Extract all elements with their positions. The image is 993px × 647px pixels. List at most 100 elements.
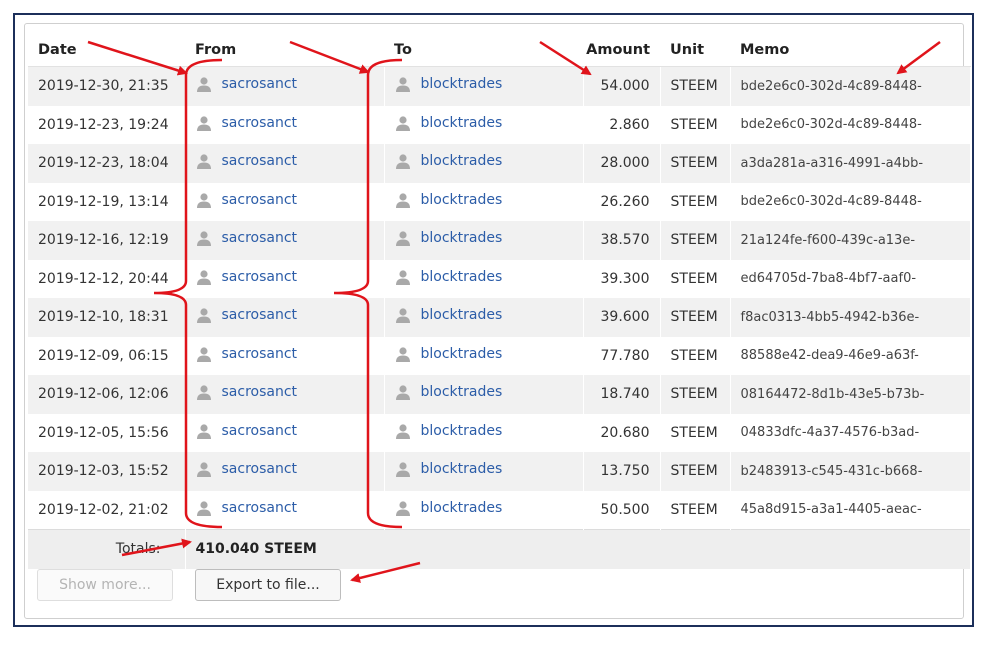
- from-user-link[interactable]: sacrosanct: [196, 115, 298, 131]
- row-date: 2019-12-02, 21:02: [28, 490, 186, 530]
- table-row: 2019-12-02, 21:02 sacrosanct blocktrades 50…: [28, 490, 971, 530]
- from-username[interactable]: sacrosanct: [222, 192, 298, 208]
- to-user-link[interactable]: blocktrades: [395, 269, 503, 285]
- row-from: sacrosanct: [185, 221, 385, 260]
- export-to-file-button[interactable]: Export to file...: [195, 569, 341, 601]
- user-icon: [395, 192, 411, 208]
- table-header-row: Date From To Amount Unit Memo: [28, 33, 970, 67]
- from-user-link[interactable]: sacrosanct: [196, 153, 298, 170]
- from-user-link[interactable]: sacrosanct: [196, 346, 298, 362]
- to-username[interactable]: blocktrades: [421, 500, 503, 516]
- totals-value: 410.040 STEEM: [185, 529, 971, 569]
- row-from: sacrosanct: [185, 182, 385, 221]
- to-username[interactable]: blocktrades: [421, 192, 503, 208]
- to-username[interactable]: blocktrades: [421, 269, 503, 285]
- from-username[interactable]: sacrosanct: [222, 307, 298, 323]
- to-username[interactable]: blocktrades: [421, 384, 503, 400]
- user-icon: [196, 423, 212, 439]
- to-user-link[interactable]: blocktrades: [395, 500, 503, 516]
- table-row: 2019-12-03, 15:52 sacrosanct blocktrades 13…: [28, 452, 971, 491]
- from-username[interactable]: sacrosanct: [222, 76, 298, 92]
- from-username[interactable]: sacrosanct: [222, 115, 298, 131]
- row-amount: 50.500: [583, 490, 661, 530]
- row-to: blocktrades: [384, 336, 584, 375]
- row-from: sacrosanct: [185, 259, 385, 298]
- to-username[interactable]: blocktrades: [421, 307, 503, 323]
- to-user-link[interactable]: blocktrades: [395, 192, 503, 208]
- row-unit: STEEM: [660, 298, 731, 337]
- row-memo: 88588e42-dea9-46e9-a63f-: [730, 336, 971, 375]
- row-unit: STEEM: [660, 259, 731, 298]
- column-header-amount[interactable]: Amount: [583, 33, 660, 67]
- table-row: 2019-12-16, 12:19 sacrosanct blocktrades 38…: [28, 221, 971, 260]
- from-user-link[interactable]: sacrosanct: [196, 461, 298, 478]
- from-username[interactable]: sacrosanct: [222, 461, 298, 477]
- row-amount: 39.300: [583, 259, 661, 298]
- to-username[interactable]: blocktrades: [421, 461, 503, 477]
- from-user-link[interactable]: sacrosanct: [196, 230, 298, 247]
- user-icon: [395, 76, 411, 93]
- to-username[interactable]: blocktrades: [421, 423, 503, 439]
- from-user-link[interactable]: sacrosanct: [196, 500, 298, 516]
- transfers-panel: Date From To Amount Unit Memo 2019-12-30…: [24, 23, 971, 619]
- from-username[interactable]: sacrosanct: [222, 230, 298, 246]
- row-to: blocktrades: [384, 452, 584, 491]
- show-more-button[interactable]: Show more...: [37, 569, 173, 601]
- from-username[interactable]: sacrosanct: [222, 346, 298, 362]
- from-user-link[interactable]: sacrosanct: [196, 269, 298, 285]
- from-username[interactable]: sacrosanct: [222, 153, 298, 169]
- to-username[interactable]: blocktrades: [421, 346, 503, 362]
- to-username[interactable]: blocktrades: [421, 230, 503, 246]
- from-username[interactable]: sacrosanct: [222, 384, 298, 400]
- column-header-to[interactable]: To: [384, 33, 583, 67]
- to-user-link[interactable]: blocktrades: [395, 384, 503, 401]
- from-username[interactable]: sacrosanct: [222, 269, 298, 285]
- to-user-link[interactable]: blocktrades: [395, 346, 503, 362]
- from-user-link[interactable]: sacrosanct: [196, 384, 298, 401]
- to-user-link[interactable]: blocktrades: [395, 461, 503, 478]
- row-to: blocktrades: [384, 66, 584, 106]
- to-user-link[interactable]: blocktrades: [395, 230, 503, 247]
- to-user-link[interactable]: blocktrades: [395, 115, 503, 131]
- to-user-link[interactable]: blocktrades: [395, 76, 503, 93]
- row-unit: STEEM: [660, 452, 731, 491]
- user-icon: [395, 423, 411, 439]
- column-header-from[interactable]: From: [185, 33, 384, 67]
- from-user-link[interactable]: sacrosanct: [196, 423, 298, 439]
- from-user-link[interactable]: sacrosanct: [196, 307, 298, 324]
- row-amount: 28.000: [583, 144, 661, 183]
- totals-label: Totals:: [28, 529, 186, 569]
- row-unit: STEEM: [660, 144, 731, 183]
- row-from: sacrosanct: [185, 105, 385, 144]
- to-username[interactable]: blocktrades: [421, 153, 503, 169]
- row-date: 2019-12-23, 18:04: [28, 144, 186, 183]
- user-icon: [196, 153, 212, 170]
- table-row: 2019-12-23, 18:04 sacrosanct blocktrades 28…: [28, 144, 971, 183]
- from-username[interactable]: sacrosanct: [222, 423, 298, 439]
- from-user-link[interactable]: sacrosanct: [196, 192, 298, 208]
- to-username[interactable]: blocktrades: [421, 115, 503, 131]
- from-user-link[interactable]: sacrosanct: [196, 76, 298, 93]
- row-date: 2019-12-19, 13:14: [28, 182, 186, 221]
- row-memo: 08164472-8d1b-43e5-b73b-: [730, 375, 971, 414]
- user-icon: [196, 230, 212, 247]
- row-amount: 54.000: [583, 66, 661, 106]
- column-header-memo[interactable]: Memo: [730, 33, 970, 67]
- column-header-date[interactable]: Date: [28, 33, 185, 67]
- user-icon: [196, 115, 212, 131]
- user-icon: [395, 230, 411, 247]
- to-username[interactable]: blocktrades: [421, 76, 503, 92]
- to-user-link[interactable]: blocktrades: [395, 153, 503, 170]
- row-unit: STEEM: [660, 182, 731, 221]
- to-user-link[interactable]: blocktrades: [395, 307, 503, 324]
- row-to: blocktrades: [384, 413, 584, 452]
- totals-row: Totals: 410.040 STEEM: [28, 529, 971, 569]
- user-icon: [196, 461, 212, 478]
- table-row: 2019-12-30, 21:35 sacrosanct blocktrades 54…: [28, 66, 971, 106]
- row-to: blocktrades: [384, 298, 584, 337]
- column-header-unit[interactable]: Unit: [660, 33, 730, 67]
- user-icon: [196, 269, 212, 285]
- row-unit: STEEM: [660, 413, 731, 452]
- to-user-link[interactable]: blocktrades: [395, 423, 503, 439]
- from-username[interactable]: sacrosanct: [222, 500, 298, 516]
